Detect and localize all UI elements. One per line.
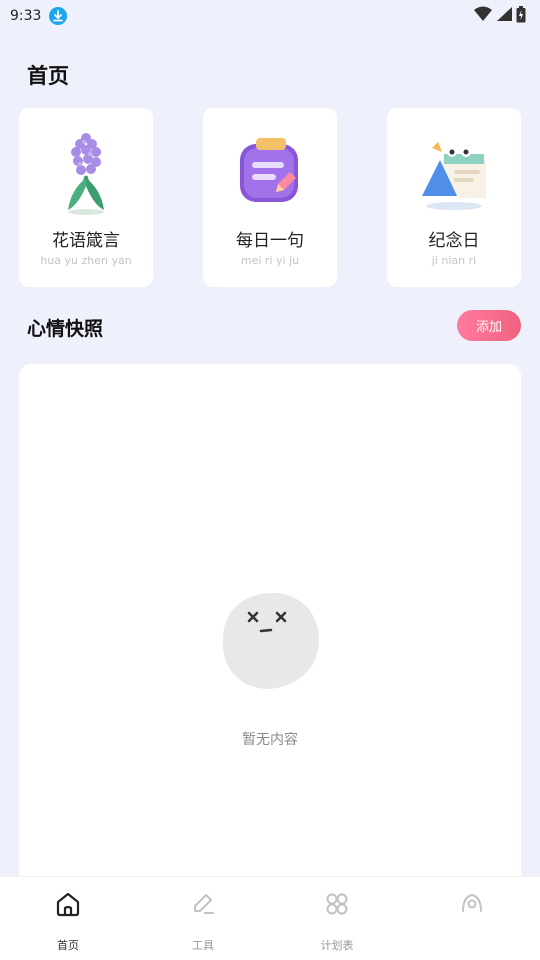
- card-anniversary[interactable]: 纪念日 ji nian ri: [387, 108, 521, 287]
- card-flower-words[interactable]: 花语箴言 hua yu zhen yan: [19, 108, 153, 287]
- hyacinth-icon: [68, 133, 104, 215]
- card-pinyin: hua yu zhen yan: [40, 254, 132, 267]
- signal-icon: [496, 6, 512, 26]
- notepad-icon: [240, 138, 298, 202]
- wifi-icon: [474, 6, 492, 26]
- nav-label: 工具: [192, 939, 214, 952]
- home-icon: [56, 892, 80, 917]
- status-time: 9:33: [10, 8, 42, 24]
- nav-item-profile[interactable]: [432, 877, 512, 960]
- add-button[interactable]: 添加: [457, 310, 521, 341]
- card-daily-quote[interactable]: 每日一句 mei ri yi ju: [203, 108, 337, 287]
- edit-icon: [194, 894, 214, 914]
- calendar-icon: [422, 142, 486, 210]
- battery-icon: [516, 5, 526, 27]
- card-title: 纪念日: [428, 231, 480, 251]
- empty-state-text: 暂无内容: [242, 732, 298, 748]
- page-title: 首页: [27, 64, 69, 88]
- card-title: 花语箴言: [52, 231, 120, 251]
- download-icon: [49, 7, 68, 25]
- nav-item-planner[interactable]: 计划表: [297, 877, 377, 960]
- empty-face-icon: [222, 592, 319, 689]
- nav-label: 计划表: [320, 939, 354, 952]
- mood-panel: 暂无内容: [19, 364, 521, 894]
- nav-label: 首页: [57, 939, 79, 952]
- status-bar: 9:33: [0, 0, 540, 32]
- card-pinyin: ji nian ri: [431, 254, 477, 267]
- card-title: 每日一句: [236, 231, 304, 251]
- nav-item-home[interactable]: 首页: [28, 877, 108, 960]
- nav-item-tools[interactable]: 工具: [163, 877, 243, 960]
- profile-icon: [462, 893, 482, 912]
- grid-icon: [326, 893, 348, 915]
- section-title-mood: 心情快照: [27, 318, 104, 340]
- card-pinyin: mei ri yi ju: [240, 254, 300, 267]
- bottom-nav: 首页 工具 计划表: [0, 876, 540, 960]
- feature-cards: 花语箴言 hua yu zhen yan 每日一句 mei ri yi ju 纪…: [19, 108, 521, 287]
